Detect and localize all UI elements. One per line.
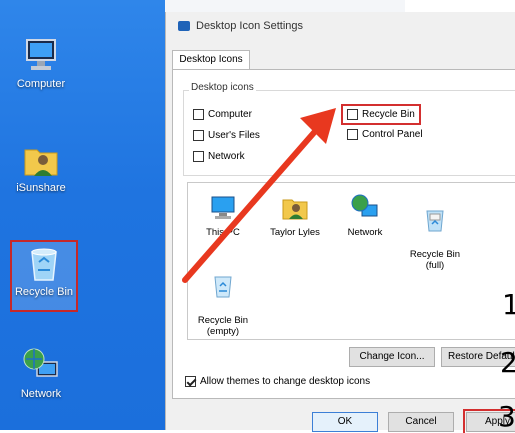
checkbox-control-panel[interactable]: Control Panel (347, 129, 423, 140)
checkbox-box[interactable] (193, 130, 204, 141)
desktop-icon-label: Network (20, 388, 62, 400)
preview-item-label: Network (347, 227, 383, 238)
checkbox-label: Network (208, 151, 245, 162)
change-icon-button[interactable]: Change Icon... (349, 347, 435, 367)
checkbox-computer[interactable]: Computer (193, 109, 252, 120)
computer-icon (26, 39, 56, 70)
desktop-icon-settings-dialog: Desktop Icon Settings Desktop Icons Desk… (165, 12, 515, 433)
desktop-icon-isunshare[interactable]: iSunshare (4, 140, 78, 194)
checkbox-label: User's Files (208, 130, 260, 141)
checkbox-label: Recycle Bin (362, 109, 415, 120)
preview-item-recycle-bin-full[interactable]: Recycle Bin (full) (400, 193, 470, 282)
desktop: Computer iSunshare Recycle Bin Network (0, 0, 165, 430)
network-icon (23, 348, 58, 377)
checkbox-box[interactable] (347, 109, 358, 120)
checkbox-recycle-bin[interactable]: Recycle Bin (341, 104, 421, 125)
network-icon (351, 194, 378, 217)
checkbox-label: Allow themes to change desktop icons (200, 376, 371, 387)
preview-item-recycle-bin-empty[interactable]: Recycle Bin (empty) (188, 259, 258, 348)
cancel-button[interactable]: Cancel (388, 412, 454, 432)
checkbox-label: Control Panel (362, 129, 423, 140)
checkbox-users-files[interactable]: User's Files (193, 130, 260, 141)
dialog-title: Desktop Icon Settings (178, 20, 303, 32)
user-folder-icon (24, 149, 58, 176)
preview-item-label: This PC (206, 227, 240, 238)
preview-item-this-pc[interactable]: This PC (188, 193, 258, 238)
recycle-bin-icon (31, 248, 57, 281)
recycle-bin-empty-icon (214, 276, 232, 298)
preview-item-network[interactable]: Network (330, 193, 400, 238)
settings-window-icon (178, 21, 190, 31)
desktop-icon-label: Recycle Bin (14, 286, 74, 298)
step-number-1: 1 (502, 288, 515, 321)
checkbox-box[interactable] (185, 376, 196, 387)
icon-preview-list[interactable]: This PC Taylor Lyles Network Recycle Bin… (187, 182, 515, 340)
ok-button[interactable]: OK (312, 412, 378, 432)
checkbox-box[interactable] (193, 109, 204, 120)
tab-desktop-icons[interactable]: Desktop Icons (172, 50, 250, 70)
preview-item-label: Recycle Bin (full) (409, 249, 461, 271)
checkbox-network[interactable]: Network (193, 151, 245, 162)
recycle-bin-full-icon (426, 210, 444, 232)
desktop-icon-recycle-bin[interactable]: Recycle Bin (10, 240, 78, 312)
step-number-2: 2 (500, 346, 515, 379)
checkbox-allow-themes[interactable]: Allow themes to change desktop icons (185, 376, 370, 387)
checkbox-box[interactable] (193, 151, 204, 162)
preview-item-label: Recycle Bin (empty) (197, 315, 249, 337)
user-folder-icon (282, 199, 308, 220)
desktop-icon-computer[interactable]: Computer (4, 36, 78, 90)
checkbox-label: Computer (208, 109, 252, 120)
desktop-icon-label: iSunshare (16, 182, 66, 194)
group-label: Desktop icons (189, 82, 256, 93)
tab-panel: Desktop icons Computer User's Files Netw… (172, 69, 515, 399)
checkbox-box[interactable] (347, 129, 358, 140)
preview-item-label: Taylor Lyles (270, 227, 320, 238)
desktop-icon-label: Computer (16, 78, 66, 90)
preview-item-taylor-lyles[interactable]: Taylor Lyles (260, 193, 330, 238)
dialog-title-text: Desktop Icon Settings (196, 20, 304, 32)
step-number-3: 3 (498, 400, 515, 433)
desktop-icon-network[interactable]: Network (4, 346, 78, 400)
this-pc-icon (211, 196, 235, 219)
